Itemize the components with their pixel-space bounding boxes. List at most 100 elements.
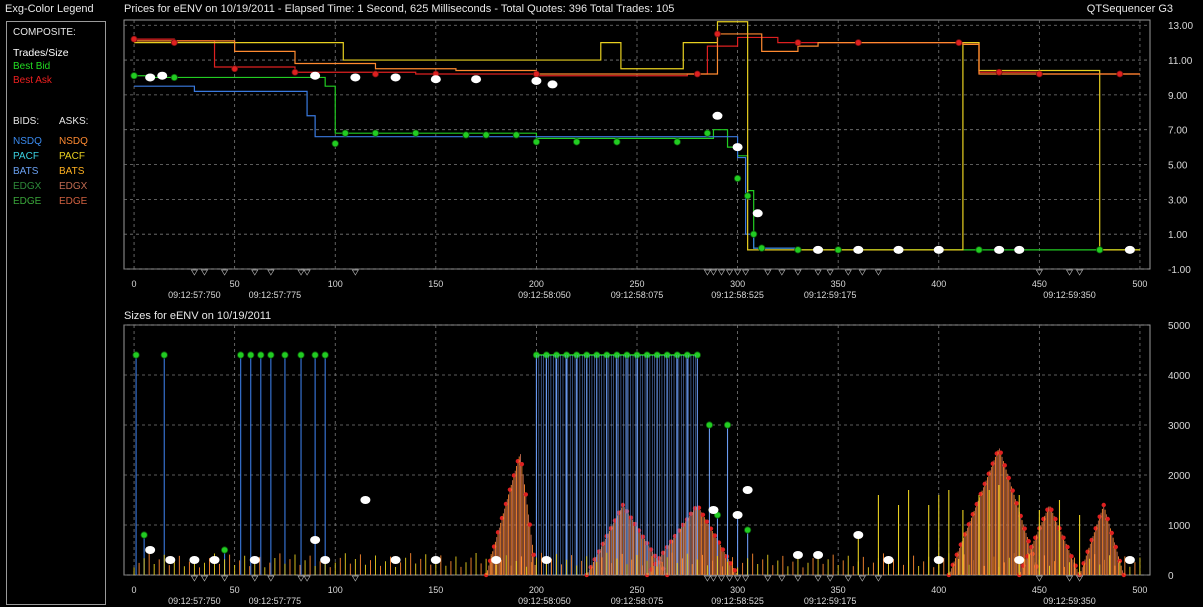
best-ask-marker xyxy=(714,30,721,38)
event-tick-marker xyxy=(1075,269,1084,276)
sizes-x-tick-label: 350 xyxy=(831,585,846,595)
prices-y-tick-label: 9.00 xyxy=(1168,91,1188,102)
trade-size-marker xyxy=(310,536,321,544)
prices-x-tick-label: 250 xyxy=(629,279,644,289)
trade-marker xyxy=(471,75,482,84)
event-tick-marker xyxy=(703,575,712,582)
ask-size-marker xyxy=(1109,530,1114,536)
trade-marker xyxy=(732,143,743,152)
event-tick-marker xyxy=(725,269,734,276)
best-bid-marker xyxy=(673,138,681,146)
time-label: 09:12:59:350 xyxy=(1043,290,1096,300)
time-label: 09:12:58:525 xyxy=(711,290,764,300)
ask-size-marker xyxy=(700,512,706,517)
best-bid-marker xyxy=(573,138,581,146)
best-ask-marker xyxy=(854,39,862,47)
ask-size-marker xyxy=(519,461,525,467)
ask-size-marker xyxy=(1049,507,1054,512)
event-tick-marker xyxy=(220,575,229,582)
event-tick-marker xyxy=(826,575,834,582)
trade-size-marker xyxy=(430,556,441,564)
best-bid-marker xyxy=(532,138,541,146)
event-tick-marker xyxy=(742,269,750,276)
prices-x-tick-label: 200 xyxy=(529,279,544,289)
trade-size-marker xyxy=(792,551,803,559)
best-bid-marker xyxy=(613,138,621,146)
event-tick-marker xyxy=(1065,575,1074,582)
ask-size-marker xyxy=(1113,544,1119,550)
event-tick-marker xyxy=(267,269,275,276)
ask-size-marker xyxy=(720,547,726,552)
best-ask-marker xyxy=(693,70,701,78)
event-tick-marker xyxy=(844,269,852,276)
time-label: 09:12:58:525 xyxy=(711,596,764,606)
best-ask-marker xyxy=(955,39,963,47)
best-ask-marker xyxy=(170,39,178,47)
trade-marker xyxy=(712,111,723,120)
time-label: 09:12:58:050 xyxy=(518,596,571,606)
sizes-x-tick-label: 100 xyxy=(328,585,343,595)
ask-size-marker xyxy=(1026,539,1031,544)
bid-size-marker xyxy=(705,421,714,429)
bid-size-marker xyxy=(281,351,289,359)
ask-size-marker xyxy=(1101,502,1106,508)
trade-size-marker xyxy=(249,556,260,564)
event-tick-marker xyxy=(303,575,311,582)
bid-size-marker xyxy=(267,351,275,359)
trade-size-marker xyxy=(1124,556,1135,564)
prices-x-tick-label: 50 xyxy=(230,279,240,289)
trade-marker xyxy=(933,245,944,254)
prices-x-tick-label: 100 xyxy=(328,279,343,289)
bid-size-marker xyxy=(160,351,168,359)
ask-size-marker xyxy=(732,568,738,573)
trade-marker xyxy=(390,73,401,82)
trade-size-marker xyxy=(189,556,200,564)
sizes-y-tick-label: 3000 xyxy=(1168,421,1191,432)
time-label: 09:12:57:750 xyxy=(168,290,221,300)
event-tick-marker xyxy=(220,269,229,276)
bid-size-marker xyxy=(140,531,148,539)
sizes-x-tick-label: 0 xyxy=(132,585,137,595)
bid-size-marker xyxy=(237,351,245,359)
trade-size-marker xyxy=(491,556,502,564)
event-tick-marker xyxy=(794,269,802,276)
best-bid-marker xyxy=(341,129,349,137)
event-tick-marker xyxy=(844,575,852,582)
ask-size-marker xyxy=(640,534,646,540)
trade-size-marker xyxy=(390,556,401,564)
best-ask-marker xyxy=(1116,70,1124,78)
trade-size-marker xyxy=(813,551,824,559)
best-bid-marker xyxy=(462,131,470,139)
event-tick-marker xyxy=(764,269,772,276)
trade-size-marker xyxy=(1014,556,1025,564)
best-bid-marker xyxy=(170,73,178,82)
trade-size-marker xyxy=(883,556,894,564)
best-bid-marker xyxy=(758,244,766,252)
event-tick-marker xyxy=(778,269,786,276)
ask-size-marker xyxy=(620,502,626,508)
ask-size-marker xyxy=(1022,526,1027,531)
event-tick-marker xyxy=(200,575,209,582)
event-tick-marker xyxy=(297,269,305,276)
ask-size-marker xyxy=(724,554,730,559)
price-series-nsdq-bid xyxy=(134,85,799,250)
trade-marker xyxy=(813,245,824,254)
trade-marker xyxy=(157,71,168,80)
bid-size-marker xyxy=(321,351,329,359)
event-tick-marker xyxy=(297,575,305,582)
time-label: 09:12:58:075 xyxy=(611,596,664,606)
best-ask-marker xyxy=(1035,70,1043,78)
time-label: 09:12:59:175 xyxy=(804,290,857,300)
event-tick-marker xyxy=(267,575,275,582)
event-tick-marker xyxy=(351,269,359,276)
best-ask-marker xyxy=(533,70,540,78)
prices-y-tick-label: 3.00 xyxy=(1168,195,1188,206)
event-tick-marker xyxy=(351,575,359,582)
trade-size-marker xyxy=(541,556,552,564)
best-bid-marker xyxy=(482,131,490,139)
best-ask-marker xyxy=(231,65,239,73)
time-label: 09:12:57:750 xyxy=(168,596,221,606)
ask-size-marker xyxy=(527,522,532,527)
best-bid-marker xyxy=(794,246,802,254)
trade-size-marker xyxy=(933,556,944,564)
